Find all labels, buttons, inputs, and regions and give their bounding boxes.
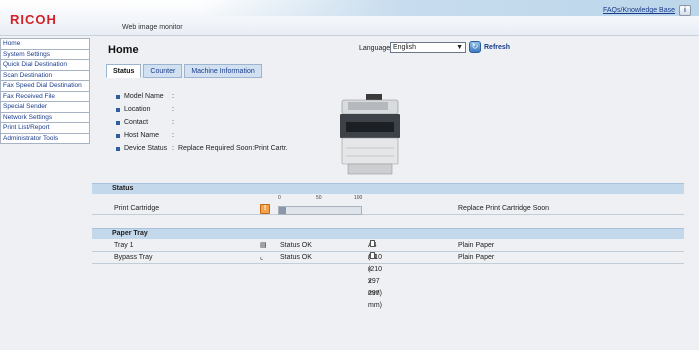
info-label: Contact (124, 119, 149, 126)
paper-icon (370, 240, 375, 247)
tray-status: Status OK (280, 242, 312, 249)
tray-paper-type: Plain Paper (458, 242, 495, 249)
page-title: Home (108, 44, 139, 56)
language-value: English (393, 44, 416, 51)
info-label: Location (124, 106, 151, 113)
gauge-fill (279, 207, 286, 214)
sidebar-item-fax-speed-dial-destination[interactable]: Fax Speed Dial Destination (0, 81, 90, 92)
sidebar-item-print-list-report[interactable]: Print List/Report (0, 123, 90, 134)
sidebar-item-special-sender[interactable]: Special Sender (0, 102, 90, 113)
sidebar-item-home[interactable]: Home (0, 38, 90, 50)
info-label: Device Status (124, 145, 168, 152)
info-row-location: Location : (116, 103, 288, 116)
tray-row: Tray 1 ▤ Status OK A4 (210 x 297 mm) Pla… (92, 240, 684, 297)
header: RICOH Web image monitor FAQs/Knowledge B… (0, 0, 699, 36)
language-label: Language (359, 45, 391, 52)
print-cartridge-label: Print Cartridge (114, 205, 160, 212)
sidebar-item-administrator-tools[interactable]: Administrator Tools (0, 133, 90, 144)
tray-paper-type: Plain Paper (458, 254, 495, 261)
bullet-icon (116, 146, 120, 151)
printer-image (340, 94, 400, 175)
sidebar: Home System Settings Quick Dial Destinat… (0, 38, 90, 350)
status-section-header: Status (92, 183, 684, 194)
info-value: Replace Required Soon:Print Cartr. (178, 145, 288, 152)
language-select[interactable]: English ▼ (390, 42, 466, 53)
tab-counter[interactable]: Counter (143, 64, 183, 78)
tab-status[interactable]: Status (106, 64, 142, 78)
info-row-contact: Contact : (116, 116, 288, 129)
info-row-model-name: Model Name : (116, 90, 288, 103)
bullet-icon (116, 94, 120, 99)
info-row-device-status: Device Status : Replace Required Soon:Pr… (116, 142, 288, 155)
tray-name: Tray 1 (114, 242, 134, 249)
device-info-list: Model Name : Location : Contact : Host N… (116, 90, 288, 155)
bullet-icon (116, 120, 120, 125)
chevron-down-icon: ▼ (456, 44, 463, 51)
print-cartridge-gauge (278, 206, 362, 215)
sidebar-item-network-settings[interactable]: Network Settings (0, 112, 90, 123)
info-label: Model Name (124, 93, 164, 100)
sidebar-item-quick-dial-destination[interactable]: Quick Dial Destination (0, 60, 90, 71)
main-panel: Home Language English ▼ ↻ Refresh Status… (92, 38, 699, 350)
sidebar-item-fax-received-file[interactable]: Fax Received File (0, 91, 90, 102)
tray-icon: ▤ (260, 242, 267, 249)
app-subtitle: Web image monitor (122, 24, 183, 31)
warning-icon: ! (260, 204, 270, 214)
refresh-icon[interactable]: ↻ (469, 41, 481, 53)
tray-name: Bypass Tray (114, 254, 153, 261)
info-label: Host Name (124, 132, 160, 139)
gauge-scale-0: 0 (278, 195, 281, 201)
info-row-host-name: Host Name : (116, 129, 288, 142)
refresh-link[interactable]: Refresh (484, 44, 510, 51)
gauge-scale-100: 100 (354, 195, 363, 201)
tray-row: Bypass Tray ⌞ Status OK A4 (210 x 297 mm… (92, 252, 684, 309)
paper-tray-section-header: Paper Tray (92, 228, 684, 239)
gauge-scale-50: 50 (316, 195, 322, 201)
bullet-icon (116, 107, 120, 112)
sidebar-item-scan-destination[interactable]: Scan Destination (0, 70, 90, 81)
bullet-icon (116, 133, 120, 138)
print-cartridge-row: Print Cartridge Replace Print Cartridge … (92, 203, 684, 215)
info-icon[interactable]: i (679, 5, 691, 16)
faq-link[interactable]: FAQs/Knowledge Base (603, 7, 675, 14)
paper-icon (370, 252, 375, 259)
bypass-tray-icon: ⌞ (260, 254, 264, 261)
print-cartridge-message: Replace Print Cartridge Soon (458, 205, 550, 212)
tab-bar: Status Counter Machine Information (106, 64, 262, 80)
tab-machine-information[interactable]: Machine Information (184, 64, 262, 78)
tray-status: Status OK (280, 254, 312, 261)
ricoh-logo: RICOH (10, 12, 57, 27)
sidebar-item-system-settings[interactable]: System Settings (0, 49, 90, 60)
